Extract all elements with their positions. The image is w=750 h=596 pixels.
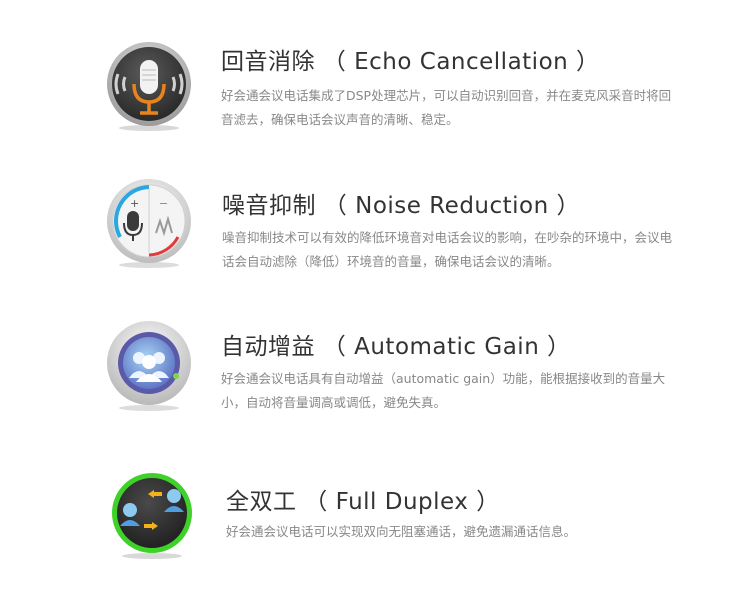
feature-title: 噪音抑制 （ Noise Reduction ） bbox=[222, 193, 581, 219]
feature-title: 回音消除 （ Echo Cancellation ） bbox=[221, 49, 600, 75]
microphone-volume-dial-icon: + − bbox=[104, 177, 194, 269]
svg-text:−: − bbox=[159, 197, 168, 210]
feature-title: 自动增益 （ Automatic Gain ） bbox=[221, 334, 571, 360]
two-way-users-icon bbox=[108, 470, 196, 560]
feature-description: 好会通会议电话具有自动增益（automatic gain）功能，能根据接收到的音… bbox=[221, 371, 666, 410]
user-group-dial-icon bbox=[104, 318, 194, 412]
microphone-echo-icon bbox=[104, 40, 194, 132]
feature-title: 全双工 （ Full Duplex ） bbox=[226, 489, 500, 515]
feature-description: 噪音抑制技术可以有效的降低环境音对电话会议的影响，在吵杂的环境中，会议电话会自动… bbox=[222, 230, 673, 269]
feature-description: 好会通会议电话集成了DSP处理芯片，可以自动识别回音，并在麦克风采音时将回音滤去… bbox=[221, 88, 672, 127]
feature-description: 好会通会议电话可以实现双向无阻塞通话，避免遗漏通话信息。 bbox=[226, 524, 577, 539]
svg-text:+: + bbox=[130, 197, 139, 210]
